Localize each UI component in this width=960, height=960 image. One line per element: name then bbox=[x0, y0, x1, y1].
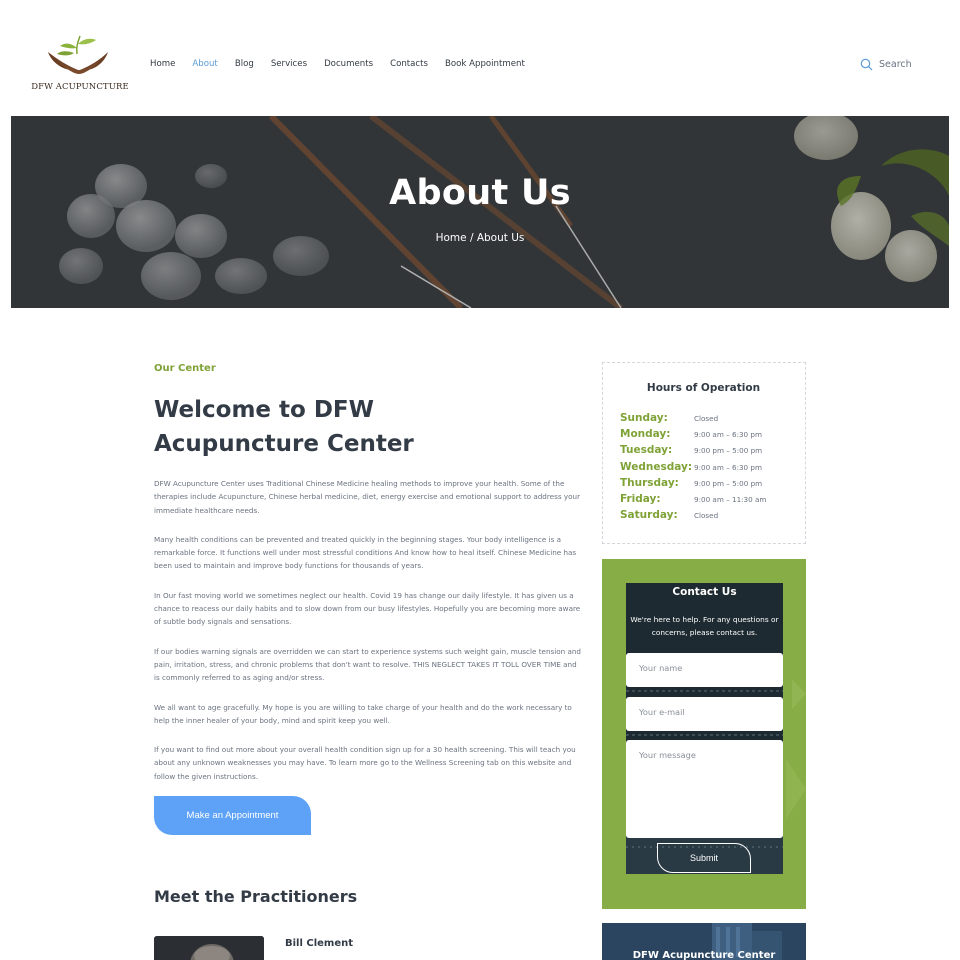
search-icon bbox=[860, 58, 873, 71]
name-field[interactable]: Your name bbox=[626, 653, 783, 687]
search-label: Search bbox=[879, 59, 912, 70]
message-field[interactable]: Your message bbox=[626, 740, 783, 838]
hours-row: Wednesday: 9:00 am – 6:30 pm bbox=[620, 461, 766, 477]
nav-book-appointment[interactable]: Book Appointment bbox=[445, 59, 525, 69]
hours-title: Hours of Operation bbox=[646, 382, 761, 394]
hours-time: 9:00 am – 6:30 pm bbox=[694, 462, 762, 472]
hours-day: Wednesday: bbox=[620, 460, 693, 473]
hours-row: Saturday: Closed bbox=[620, 509, 766, 525]
hours-day: Friday: bbox=[620, 492, 661, 505]
practitioner-photo bbox=[154, 936, 264, 960]
contact-form: Contact Us We're here to help. For any q… bbox=[626, 583, 783, 874]
hours-row: Monday: 9:00 am – 6:30 pm bbox=[620, 428, 766, 444]
hours-time: 9:00 am – 6:30 pm bbox=[694, 430, 762, 440]
paragraph: DFW Acupuncture Center uses Traditional … bbox=[154, 479, 581, 515]
hours-day: Saturday: bbox=[620, 509, 678, 522]
hours-time: 9:00 am – 11:30 am bbox=[694, 494, 767, 504]
search-button[interactable]: Search bbox=[860, 58, 912, 71]
contact-description: We're here to help. For any questions or… bbox=[630, 615, 779, 637]
paragraph: Many health conditions can be prevented … bbox=[154, 534, 577, 571]
nav-contacts[interactable]: Contacts bbox=[390, 59, 428, 69]
paragraph: In Our fast moving world we sometimes ne… bbox=[154, 590, 581, 627]
welcome-heading: Welcome to DFW Acupuncture Center bbox=[154, 397, 414, 457]
submit-button[interactable]: Submit bbox=[657, 843, 751, 873]
breadcrumb: Home / About Us bbox=[435, 232, 525, 244]
logo-text: DFW ACUPUNCTURE bbox=[31, 82, 129, 92]
hero-banner: About Us Home / About Us bbox=[11, 116, 949, 308]
contact-title: Contact Us bbox=[672, 586, 737, 598]
hours-list: Sunday: Closed Monday: 9:00 am – 6:30 pm… bbox=[620, 412, 766, 525]
hours-day: Monday: bbox=[620, 428, 671, 441]
hours-time: Closed bbox=[694, 414, 719, 423]
hours-day: Thursday: bbox=[620, 476, 679, 489]
practitioner-portrait-image bbox=[154, 936, 264, 960]
lotus-logo-icon bbox=[48, 35, 108, 74]
nav-documents[interactable]: Documents bbox=[324, 59, 373, 69]
hours-row: Tuesday: 9:00 pm – 5:00 pm bbox=[620, 444, 766, 460]
hours-time: 9:00 pm – 5:00 pm bbox=[694, 478, 763, 488]
site-header: DFW ACUPUNCTURE Home About Blog Services… bbox=[0, 0, 960, 116]
hours-time: Closed bbox=[694, 511, 719, 521]
about-text: DFW Acupuncture Center uses Traditional … bbox=[154, 477, 582, 799]
paragraph: If our bodies warning signals are overri… bbox=[154, 646, 581, 683]
nav-about[interactable]: About bbox=[192, 59, 217, 69]
hours-row: Thursday: 9:00 pm – 5:00 pm bbox=[620, 477, 766, 493]
main-nav: Home About Blog Services Documents Conta… bbox=[150, 59, 542, 69]
hours-row: Sunday: Closed bbox=[620, 412, 766, 428]
paragraph: If you want to find out more about your … bbox=[154, 745, 576, 781]
nav-blog[interactable]: Blog bbox=[235, 59, 254, 69]
hours-of-operation-card: Hours of Operation Sunday: Closed Monday… bbox=[602, 362, 806, 544]
hours-day: Tuesday: bbox=[620, 444, 673, 457]
hours-time: 9:00 pm – 5:00 pm bbox=[694, 446, 763, 456]
center-card-title: DFW Acupuncture Center bbox=[632, 950, 776, 960]
nav-home[interactable]: Home bbox=[150, 59, 175, 69]
nav-services[interactable]: Services bbox=[271, 59, 307, 69]
email-field[interactable]: Your e-mail bbox=[626, 697, 783, 731]
contact-card: Contact Us We're here to help. For any q… bbox=[602, 559, 806, 909]
center-info-card[interactable]: DFW Acupuncture Center bbox=[602, 923, 806, 960]
practitioner-name[interactable]: Bill Clement bbox=[285, 938, 353, 949]
section-eyebrow: Our Center bbox=[154, 363, 216, 374]
logo[interactable]: DFW ACUPUNCTURE bbox=[30, 34, 130, 96]
hours-day: Sunday: bbox=[620, 412, 668, 424]
practitioners-heading: Meet the Practitioners bbox=[154, 887, 358, 906]
make-appointment-button[interactable]: Make an Appointment bbox=[154, 796, 311, 835]
page-title: About Us bbox=[389, 173, 571, 213]
paragraph: We all want to age gracefully. My hope i… bbox=[154, 702, 572, 725]
hours-row: Friday: 9:00 am – 11:30 am bbox=[620, 493, 766, 509]
